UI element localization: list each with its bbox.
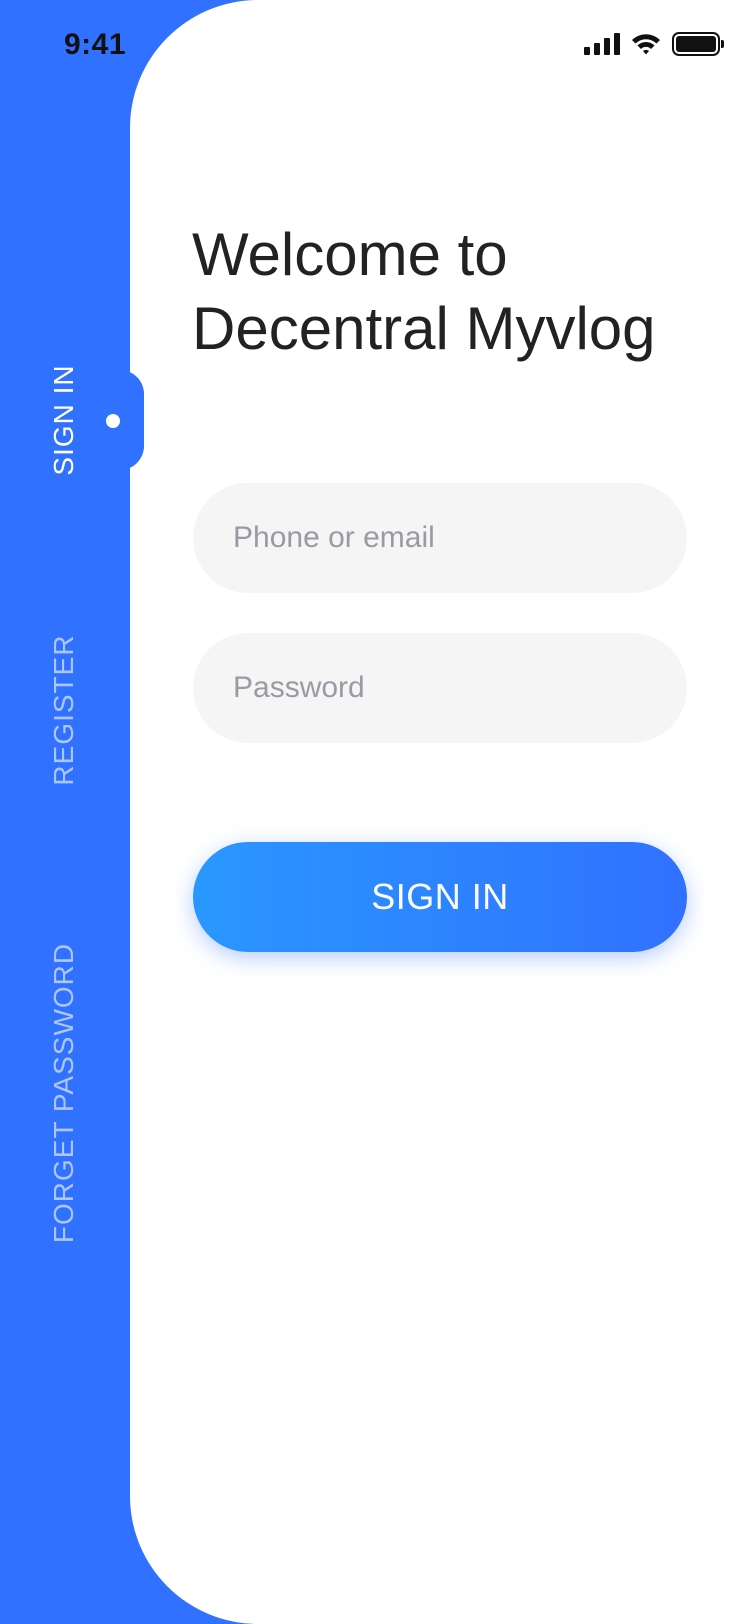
status-time: 9:41 (64, 28, 127, 61)
nav-sign-in[interactable]: SIGN IN (48, 364, 80, 475)
title-line-1: Welcome to (192, 221, 508, 288)
signal-icon (584, 33, 620, 55)
password-input[interactable] (193, 633, 687, 743)
phone-email-input[interactable] (193, 483, 687, 593)
wifi-icon (632, 34, 660, 55)
nav-register[interactable]: REGISTER (48, 634, 80, 785)
page-title: Welcome to Decentral Myvlog (192, 218, 656, 366)
nav-forget-password[interactable]: FORGET PASSWORD (48, 943, 80, 1243)
sign-in-button[interactable]: SIGN IN (193, 842, 687, 952)
active-indicator-dot (106, 414, 120, 428)
active-tab-bump (96, 370, 144, 470)
status-icons (584, 32, 724, 56)
battery-icon (672, 32, 724, 56)
title-line-2: Decentral Myvlog (192, 295, 656, 362)
